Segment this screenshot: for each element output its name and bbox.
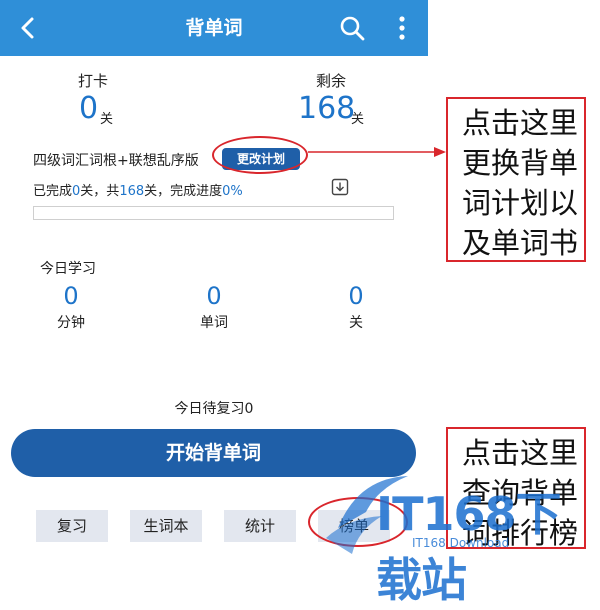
progress-prefix: 已完成 bbox=[33, 184, 73, 199]
today-words-unit: 单词 bbox=[200, 315, 228, 331]
remaining-value: 168 bbox=[298, 91, 356, 126]
vocabulary-book-button[interactable]: 生词本 bbox=[130, 510, 202, 542]
today-levels-value: 0 bbox=[348, 282, 364, 310]
progress-suffix: 关，完成进度 bbox=[144, 184, 223, 199]
callout-line: 更换背单 bbox=[462, 146, 579, 180]
today-minutes-value: 0 bbox=[63, 282, 79, 310]
review-button[interactable]: 复习 bbox=[36, 510, 108, 542]
today-minutes-unit: 分钟 bbox=[57, 315, 85, 331]
checkin-label: 打卡 bbox=[78, 72, 109, 90]
callout-line: 点击这里 bbox=[462, 106, 579, 140]
plan-progress-bar bbox=[33, 206, 394, 220]
app-screen: 背单词 打卡 0 关 剩余 168 关 四级词汇词根+联想乱序版 更改计划 已完… bbox=[0, 0, 428, 564]
checkin-unit: 关 bbox=[100, 112, 114, 127]
plan-name: 四级词汇词根+联想乱序版 bbox=[33, 153, 199, 169]
top-bar: 背单词 bbox=[0, 0, 428, 56]
callout-change-plan: 点击这里 更换背单 词计划以 及单词书 bbox=[446, 97, 586, 262]
remaining-unit: 关 bbox=[351, 112, 365, 127]
search-icon[interactable] bbox=[338, 14, 366, 42]
change-plan-button[interactable]: 更改计划 bbox=[222, 148, 300, 170]
today-study-title: 今日学习 bbox=[40, 261, 96, 277]
callout-line: 词计划以 bbox=[462, 186, 579, 220]
start-reciting-button[interactable]: 开始背单词 bbox=[11, 429, 416, 477]
checkin-value: 0 bbox=[79, 91, 99, 126]
progress-text: 已完成0关，共168关，完成进度0% bbox=[33, 180, 243, 199]
statistics-button[interactable]: 统计 bbox=[224, 510, 296, 542]
more-options-icon[interactable] bbox=[390, 14, 414, 42]
today-levels-unit: 关 bbox=[349, 315, 363, 331]
progress-percent: 0% bbox=[222, 184, 243, 199]
remaining-label: 剩余 bbox=[316, 72, 347, 90]
back-arrow-icon[interactable] bbox=[14, 14, 42, 42]
today-words-value: 0 bbox=[206, 282, 222, 310]
callout-line: 点击这里 bbox=[462, 436, 579, 470]
progress-total: 168 bbox=[119, 184, 145, 199]
callout-line: 及单词书 bbox=[462, 226, 579, 260]
review-today-text: 今日待复习0 bbox=[174, 401, 254, 417]
watermark-sub: IT168 Download bbox=[412, 536, 510, 550]
download-icon[interactable] bbox=[331, 178, 349, 196]
progress-mid: 关，共 bbox=[80, 184, 120, 199]
